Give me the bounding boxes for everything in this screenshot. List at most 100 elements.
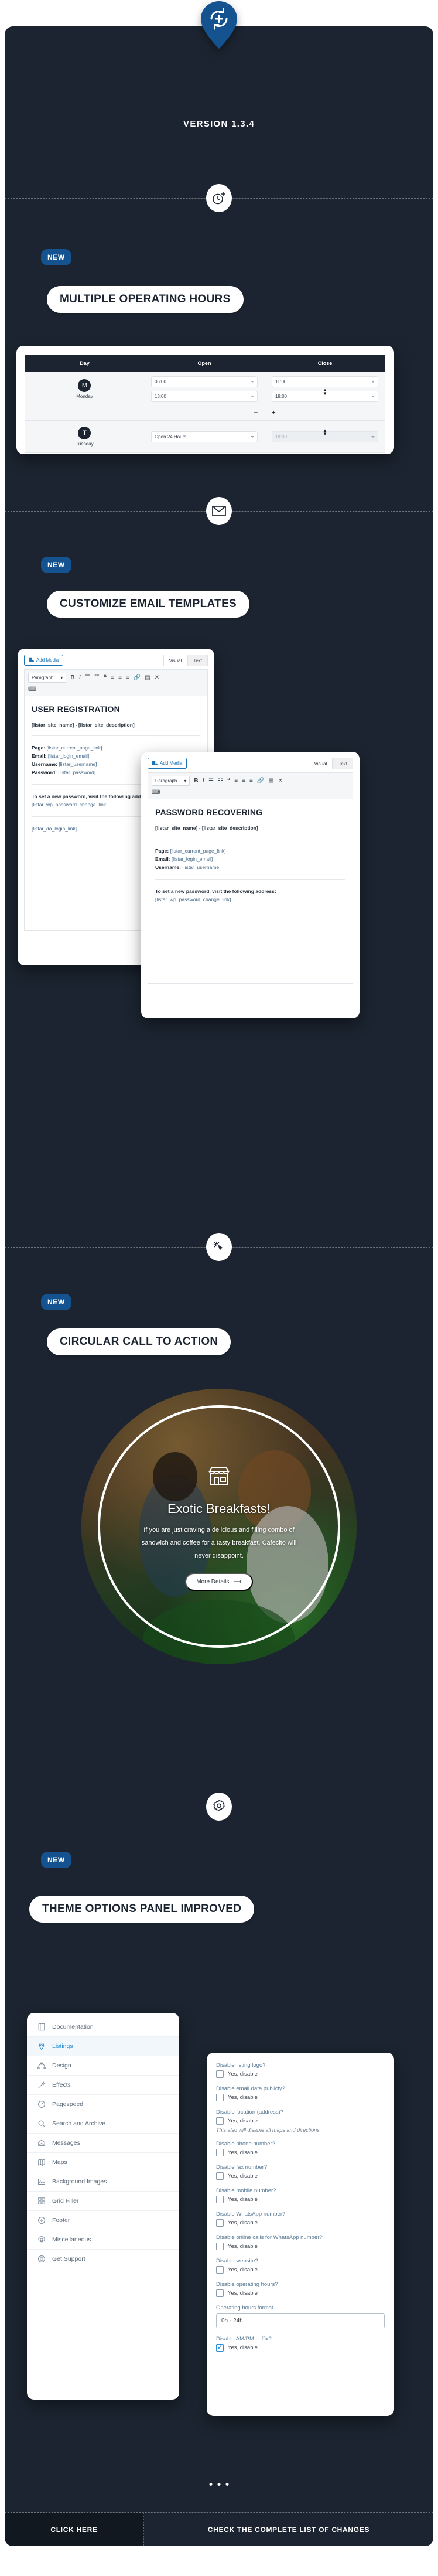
open-value-2: 13:00 bbox=[154, 394, 166, 399]
blockquote-icon[interactable]: ❝ bbox=[227, 778, 230, 784]
chevron-down-icon: ▾ bbox=[184, 778, 187, 783]
theme-options-panel: Disable listing logo? Yes, disable Disab… bbox=[207, 2053, 394, 2416]
align-center-icon[interactable]: ≡ bbox=[118, 674, 122, 681]
checkbox-disable-ampm-suffix[interactable] bbox=[216, 2344, 224, 2352]
sidebar-item-miscellaneous[interactable]: Miscellaneous bbox=[27, 2230, 179, 2250]
bulleted-list-icon[interactable]: ☰ bbox=[208, 778, 214, 784]
more-details-button[interactable]: More Details ⟶ bbox=[185, 1573, 253, 1591]
open-select-1[interactable]: 06:00 bbox=[150, 376, 258, 387]
align-left-icon[interactable]: ≡ bbox=[234, 778, 238, 784]
sidebar-item-messages[interactable]: Messages bbox=[27, 2134, 179, 2153]
editor-content-area[interactable]: PASSWORD RECOVERING [listar_site_name] -… bbox=[148, 799, 353, 984]
fullscreen-icon[interactable]: ✕ bbox=[278, 778, 283, 784]
read-more-icon[interactable]: ▤ bbox=[268, 778, 273, 784]
sidebar-item-label: Documentation bbox=[52, 2023, 94, 2030]
sidebar-item-get-support[interactable]: Get Support bbox=[27, 2250, 179, 2268]
sidebar-item-design[interactable]: Design bbox=[27, 2056, 179, 2076]
section-title-2: CUSTOMIZE EMAIL TEMPLATES bbox=[47, 591, 250, 618]
open-cell-tuesday: Open 24 Hours bbox=[143, 420, 265, 453]
slot-controls: − + bbox=[143, 407, 385, 421]
field-token-password: [listar_password] bbox=[58, 769, 96, 776]
numbered-list-icon[interactable]: ☷ bbox=[218, 778, 223, 784]
sidebar-item-documentation[interactable]: Documentation bbox=[27, 2018, 179, 2037]
close-value-tuesday: 18:00 bbox=[275, 434, 287, 439]
read-more-icon[interactable]: ▤ bbox=[145, 674, 150, 681]
table-row: M Monday 06:00 13:00 11:00 18:00 ▲ ▼ bbox=[25, 372, 385, 407]
checkbox-disable-location[interactable] bbox=[216, 2117, 224, 2125]
checkbox-disable-whatsapp[interactable] bbox=[216, 2219, 224, 2227]
sidebar-item-maps[interactable]: Maps bbox=[27, 2153, 179, 2172]
checkbox-disable-mobile[interactable] bbox=[216, 2196, 224, 2203]
tab-visual[interactable]: Visual bbox=[163, 655, 188, 666]
open-select-tuesday[interactable]: Open 24 Hours bbox=[150, 431, 258, 442]
keyboard-icon[interactable]: ⌨ bbox=[28, 687, 204, 693]
grid-icon bbox=[37, 2197, 46, 2205]
magic-wand-icon bbox=[37, 2081, 46, 2089]
open-select-2[interactable]: 13:00 bbox=[150, 391, 258, 402]
check-changes-button[interactable]: CHECK THE COMPLETE LIST OF CHANGES bbox=[144, 2513, 433, 2546]
day-cell-monday: M Monday bbox=[25, 372, 144, 407]
sort-handle-icon[interactable]: ▲ ▼ bbox=[323, 388, 327, 396]
link-icon[interactable]: 🔗 bbox=[134, 674, 141, 681]
sidebar-item-grid-filler[interactable]: Grid Filler bbox=[27, 2192, 179, 2211]
numbered-list-icon[interactable]: ☷ bbox=[94, 674, 100, 681]
editor-mode-tabs: Visual Text bbox=[163, 655, 208, 666]
format-select[interactable]: Paragraph ▾ bbox=[28, 673, 67, 683]
link-icon[interactable]: 🔗 bbox=[257, 778, 264, 784]
sort-handle-icon[interactable]: ▲ ▼ bbox=[323, 428, 327, 437]
bulleted-list-icon[interactable]: ☰ bbox=[85, 674, 90, 681]
chevron-down-icon bbox=[371, 435, 375, 438]
sidebar-item-effects[interactable]: Effects bbox=[27, 2076, 179, 2095]
bold-icon[interactable]: B bbox=[70, 674, 74, 681]
click-here-button[interactable]: CLICK HERE bbox=[5, 2513, 144, 2546]
sidebar-item-footer[interactable]: Footer bbox=[27, 2211, 179, 2230]
align-center-icon[interactable]: ≡ bbox=[242, 778, 245, 784]
chevron-down-icon bbox=[250, 396, 254, 397]
sidebar-item-pagespeed[interactable]: Pagespeed bbox=[27, 2095, 179, 2114]
carousel-dot[interactable] bbox=[217, 2483, 221, 2486]
format-select[interactable]: Paragraph ▾ bbox=[152, 776, 190, 786]
keyboard-icon[interactable]: ⌨ bbox=[152, 790, 349, 796]
italic-icon[interactable]: I bbox=[203, 778, 204, 784]
media-icon bbox=[29, 657, 34, 663]
blockquote-icon[interactable]: ❝ bbox=[104, 674, 107, 681]
carousel-dots[interactable] bbox=[209, 2483, 229, 2486]
new-badge-4: NEW bbox=[41, 1852, 71, 1868]
close-value-1: 11:00 bbox=[275, 379, 287, 384]
checkbox-disable-operating-hours[interactable] bbox=[216, 2289, 224, 2297]
map-icon bbox=[37, 2158, 46, 2166]
sidebar-item-search-and-archive[interactable]: Search and Archive bbox=[27, 2114, 179, 2134]
checkbox-disable-fax[interactable] bbox=[216, 2172, 224, 2180]
align-left-icon[interactable]: ≡ bbox=[111, 674, 114, 681]
bezier-icon bbox=[37, 2062, 46, 2070]
align-right-icon[interactable]: ≡ bbox=[249, 778, 253, 784]
storefront-icon bbox=[205, 1462, 233, 1493]
fullscreen-icon[interactable]: ✕ bbox=[155, 674, 159, 681]
italic-icon[interactable]: I bbox=[79, 674, 81, 681]
email-site-line: [listar_site_name] - [listar_site_descri… bbox=[32, 722, 135, 728]
sidebar-item-listings[interactable]: Listings bbox=[27, 2037, 179, 2056]
option-answer: Yes, disable bbox=[228, 2071, 258, 2077]
add-media-button[interactable]: Add Media bbox=[24, 655, 64, 666]
sidebar-item-background-images[interactable]: Background Images bbox=[27, 2172, 179, 2192]
add-media-button[interactable]: Add Media bbox=[148, 758, 187, 769]
bold-icon[interactable]: B bbox=[194, 778, 198, 784]
checkbox-disable-email-data[interactable] bbox=[216, 2094, 224, 2101]
checkbox-disable-website[interactable] bbox=[216, 2266, 224, 2274]
align-right-icon[interactable]: ≡ bbox=[126, 674, 129, 681]
remove-slot-button[interactable]: − bbox=[254, 408, 258, 417]
checkbox-disable-listing-logo[interactable] bbox=[216, 2070, 224, 2078]
close-select-1[interactable]: 11:00 bbox=[271, 376, 378, 387]
carousel-dot[interactable] bbox=[209, 2483, 213, 2486]
tab-visual[interactable]: Visual bbox=[308, 758, 333, 769]
circular-call-to-action[interactable]: Exotic Breakfasts! If you are just cravi… bbox=[81, 1389, 357, 1664]
carousel-dot[interactable] bbox=[225, 2483, 229, 2486]
tab-text[interactable]: Text bbox=[187, 655, 208, 666]
day-cell-tuesday: T Tuesday bbox=[25, 420, 144, 453]
add-slot-button[interactable]: + bbox=[272, 408, 276, 417]
checkbox-disable-phone[interactable] bbox=[216, 2149, 224, 2156]
email-heading: USER REGISTRATION bbox=[32, 704, 120, 714]
checkbox-disable-whatsapp-calls[interactable] bbox=[216, 2243, 224, 2250]
tab-text[interactable]: Text bbox=[333, 758, 353, 769]
operating-hours-format-input[interactable]: 0h - 24h bbox=[216, 2313, 385, 2328]
